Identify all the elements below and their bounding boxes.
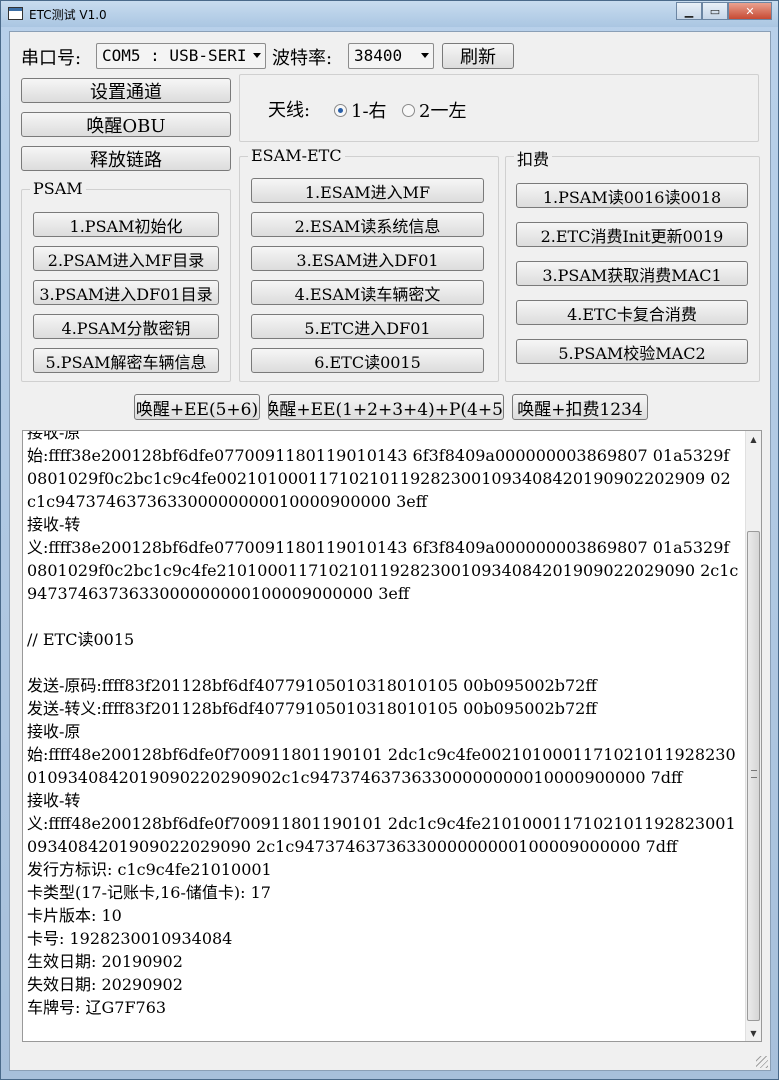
antenna-group <box>239 74 759 142</box>
etc-consume-init-button[interactable]: 2.ETC消费Init更新0019 <box>516 222 748 247</box>
antenna-option-label: 2一左 <box>419 101 467 122</box>
grip-icon <box>751 770 757 778</box>
wake-deduct-button[interactable]: 唤醒+扣费1234 <box>512 394 648 420</box>
log-textarea[interactable]: 接收-原 始:ffff38e200128bf6dfe07700911801190… <box>22 430 762 1042</box>
antenna-option-2[interactable]: 2一左 <box>402 97 466 123</box>
resize-grip-icon[interactable] <box>756 1056 768 1068</box>
esam-read-vehicle-cipher-button[interactable]: 4.ESAM读车辆密文 <box>251 280 484 305</box>
release-link-button[interactable]: 释放链路 <box>21 146 231 171</box>
minimize-button[interactable]: ▁ <box>676 2 702 20</box>
title-bar[interactable]: ETC测试 V1.0 ▁ ▭ ✕ <box>1 1 778 27</box>
antenna-option-label: 1-右 <box>351 101 387 122</box>
psam-read-0016-0018-button[interactable]: 1.PSAM读0016读0018 <box>516 183 748 208</box>
log-scrollbar[interactable]: ▲ ▼ <box>745 431 761 1041</box>
esam-group-title: ESAM-ETC <box>248 146 345 165</box>
refresh-button[interactable]: 刷新 <box>442 43 514 69</box>
esam-enter-df01-button[interactable]: 3.ESAM进入DF01 <box>251 246 484 271</box>
esam-enter-mf-button[interactable]: 1.ESAM进入MF <box>251 178 484 203</box>
wake-ee-56-button[interactable]: 唤醒+EE(5+6) <box>134 394 260 420</box>
baud-select-value: 38400 <box>354 46 403 65</box>
set-channel-button[interactable]: 设置通道 <box>21 78 231 103</box>
close-button[interactable]: ✕ <box>728 2 772 20</box>
deduct-group-title: 扣费 <box>514 146 553 170</box>
psam-init-button[interactable]: 1.PSAM初始化 <box>33 212 219 237</box>
maximize-button[interactable]: ▭ <box>702 2 728 20</box>
antenna-option-1[interactable]: 1-右 <box>334 97 387 123</box>
client-area: 串口号: COM5 : USB-SERI 波特率: 38400 刷新 设置通道 … <box>9 31 771 1071</box>
psam-enter-mf-button[interactable]: 2.PSAM进入MF目录 <box>33 246 219 271</box>
etc-complex-consume-button[interactable]: 4.ETC卡复合消费 <box>516 300 748 325</box>
port-select[interactable]: COM5 : USB-SERI <box>96 43 266 69</box>
psam-verify-mac2-button[interactable]: 5.PSAM校验MAC2 <box>516 339 748 364</box>
psam-enter-df01-button[interactable]: 3.PSAM进入DF01目录 <box>33 280 219 305</box>
radio-unselected-icon <box>402 103 415 117</box>
app-icon <box>8 7 23 20</box>
etc-read-0015-button[interactable]: 6.ETC读0015 <box>251 348 484 373</box>
scroll-down-icon[interactable]: ▼ <box>746 1025 761 1041</box>
app-window: ETC测试 V1.0 ▁ ▭ ✕ 串口号: COM5 : USB-SERI 波特… <box>0 0 779 1080</box>
wake-ee-p-button[interactable]: 唤醒+EE(1+2+3+4)+P(4+5) <box>268 394 504 420</box>
esam-read-sysinfo-button[interactable]: 2.ESAM读系统信息 <box>251 212 484 237</box>
psam-diversify-key-button[interactable]: 4.PSAM分散密钥 <box>33 314 219 339</box>
window-title: ETC测试 V1.0 <box>29 8 107 22</box>
baud-select[interactable]: 38400 <box>348 43 434 69</box>
log-text: 接收-原 始:ffff38e200128bf6dfe07700911801190… <box>27 430 739 1017</box>
bottom-strip <box>22 1044 762 1064</box>
wake-obu-button[interactable]: 唤醒OBU <box>21 112 231 137</box>
scroll-thumb[interactable] <box>747 531 760 1021</box>
psam-group-title: PSAM <box>30 179 86 198</box>
radio-selected-icon <box>334 103 347 117</box>
antenna-label: 天线: <box>268 100 311 121</box>
port-label: 串口号: <box>21 48 82 69</box>
chevron-down-icon <box>253 53 261 58</box>
port-select-value: COM5 : USB-SERI <box>102 46 247 65</box>
chevron-down-icon <box>421 53 429 58</box>
psam-decrypt-vehicle-button[interactable]: 5.PSAM解密车辆信息 <box>33 348 219 373</box>
etc-enter-df01-button[interactable]: 5.ETC进入DF01 <box>251 314 484 339</box>
baud-label: 波特率: <box>272 48 333 69</box>
psam-get-mac1-button[interactable]: 3.PSAM获取消费MAC1 <box>516 261 748 286</box>
scroll-up-icon[interactable]: ▲ <box>746 431 761 447</box>
